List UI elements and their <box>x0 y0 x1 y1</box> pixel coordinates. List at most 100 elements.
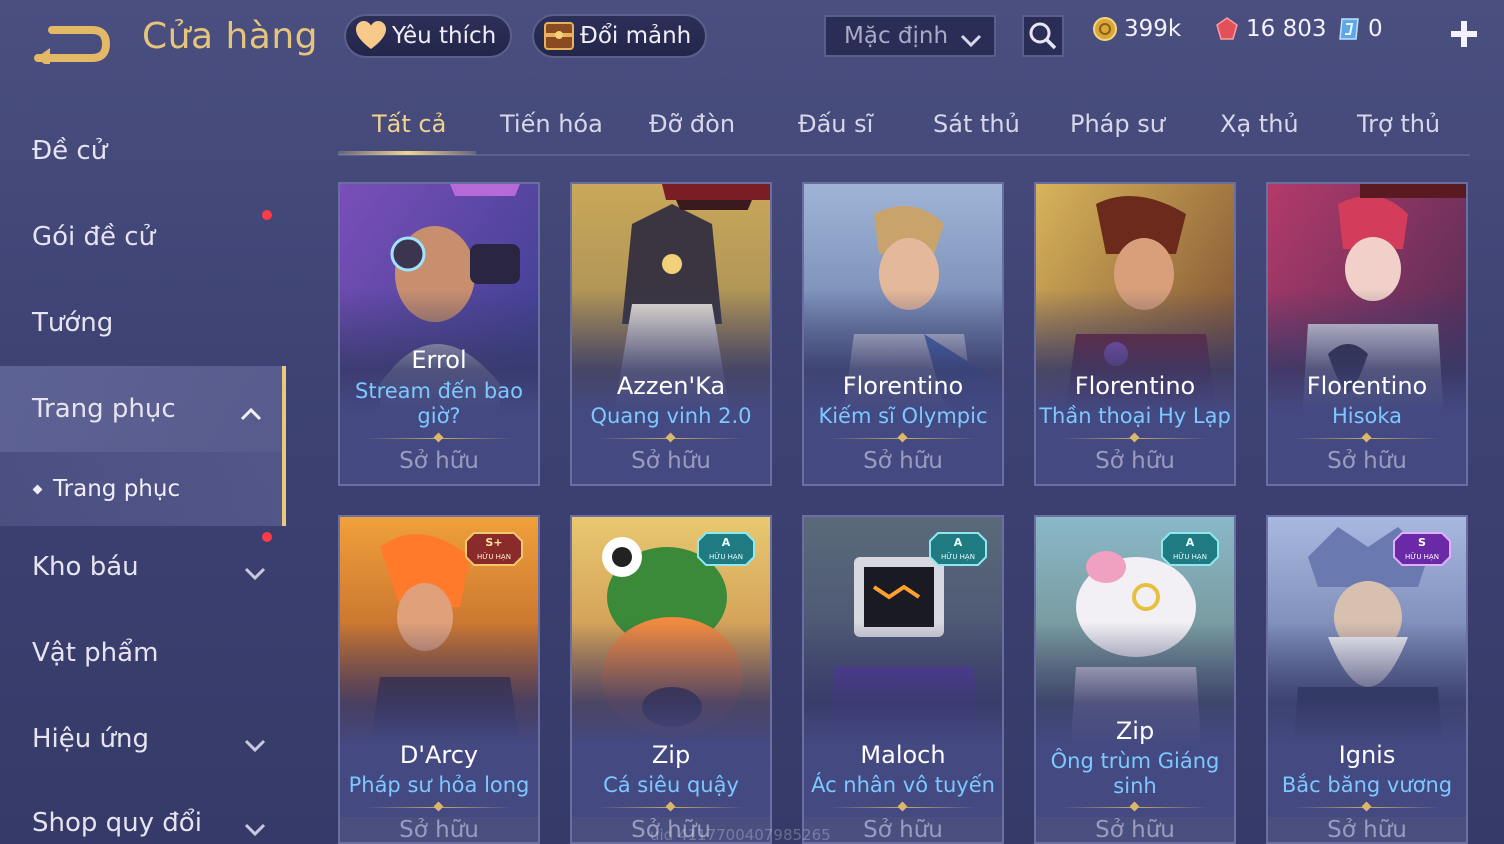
tab-tank[interactable]: Đỡ đòn <box>649 110 735 138</box>
tab-assassin[interactable]: Sát thủ <box>933 110 1020 138</box>
back-arrow-icon <box>34 26 111 68</box>
owned-status: Sở hữu <box>631 448 711 474</box>
skin-card[interactable]: Errol Stream đến bao giờ? Sở hữu <box>338 182 540 486</box>
active-tab-indicator <box>338 151 476 155</box>
add-currency-button[interactable] <box>1446 16 1482 52</box>
page-title: Cửa hàng <box>142 16 319 57</box>
divider <box>828 807 978 808</box>
gold-value: 399k <box>1124 16 1182 42</box>
skin-card[interactable]: S+ HỮU HẠN D'Arcy Pháp sư hỏa long Sở hữ… <box>338 515 540 844</box>
bullet-icon <box>32 484 43 494</box>
svg-text:HỮU HẠN: HỮU HẠN <box>477 552 511 561</box>
tab-mage[interactable]: Pháp sư <box>1070 110 1165 138</box>
sidebar-item-exchange-shop[interactable]: Shop quy đổi <box>0 780 286 844</box>
chevron-down-icon <box>960 28 982 54</box>
sidebar-item-effects[interactable]: Hiệu ứng <box>0 696 286 782</box>
skin-card[interactable]: A HỮU HẠN Maloch Ác nhân vô tuyến Sở hữu <box>802 515 1004 844</box>
hero-name: Maloch <box>860 741 946 769</box>
tab-evolution[interactable]: Tiến hóa <box>500 110 603 138</box>
gold-coin-icon <box>1092 16 1118 42</box>
divider <box>596 438 746 439</box>
divider <box>596 807 746 808</box>
svg-text:HỮU HẠN: HỮU HẠN <box>709 552 743 561</box>
skin-card[interactable]: Florentino Kiếm sĩ Olympic Sở hữu <box>802 182 1004 486</box>
skin-name: Quang vinh 2.0 <box>590 404 752 428</box>
limited-rank-badge: S+ HỮU HẠN <box>465 532 523 566</box>
owned-status: Sở hữu <box>399 448 479 474</box>
role-tabs: Tất cả Tiến hóa Đỡ đòn Đấu sĩ Sát thủ Ph… <box>338 100 1470 156</box>
hero-name: Zip <box>1115 717 1155 745</box>
tab-support[interactable]: Trợ thủ <box>1357 110 1440 138</box>
divider <box>1060 438 1210 439</box>
sidebar-subitem-skins[interactable]: Trang phục <box>0 452 286 526</box>
sidebar-item-recommended-packs[interactable]: Gói đề cử <box>0 194 286 280</box>
sidebar-item-skins[interactable]: Trang phục <box>0 366 286 452</box>
search-button[interactable] <box>1022 15 1064 57</box>
ruby-gem-icon <box>1214 16 1240 42</box>
voucher-value: 0 <box>1368 16 1383 42</box>
sidebar-item-label: Tướng <box>32 308 114 338</box>
tab-fighter[interactable]: Đấu sĩ <box>798 110 873 138</box>
sidebar-item-label: Vật phẩm <box>32 638 159 668</box>
hero-name: Zip <box>651 741 691 769</box>
skin-name-line2: giờ? <box>417 404 461 428</box>
skin-name-line2: sinh <box>1113 774 1157 798</box>
limited-rank-badge: A HỮU HẠN <box>1161 532 1219 566</box>
tab-all[interactable]: Tất cả <box>372 110 446 138</box>
divider <box>364 807 514 808</box>
sidebar-item-heroes[interactable]: Tướng <box>0 280 286 366</box>
hero-name: Errol <box>411 346 467 374</box>
exchange-shards-button[interactable]: Đổi mảnh <box>532 14 708 58</box>
hunter-ribbon <box>1360 184 1466 198</box>
owned-status: Sở hữu <box>1095 817 1175 843</box>
favorites-button[interactable]: Yêu thích <box>344 14 513 58</box>
skin-card[interactable]: Florentino Hisoka Sở hữu <box>1266 182 1468 486</box>
skin-name: Cá siêu quậy <box>603 773 739 797</box>
sidebar-item-treasure[interactable]: Kho báu <box>0 524 286 610</box>
ruby-value: 16 803 <box>1246 16 1327 42</box>
tab-marksman[interactable]: Xạ thủ <box>1220 110 1299 138</box>
special-ribbon <box>450 184 520 196</box>
svg-text:A: A <box>954 536 963 549</box>
notification-dot <box>262 210 272 220</box>
skin-card[interactable]: S HỮU HẠN Ignis Bắc băng vương Sở hữu <box>1266 515 1468 844</box>
divider <box>1060 807 1210 808</box>
sidebar-item-label: Shop quy đổi <box>32 808 202 838</box>
skin-name: Stream đến bao <box>355 379 523 403</box>
owned-status: Sở hữu <box>1327 817 1407 843</box>
sort-dropdown[interactable]: Mặc định <box>824 15 996 57</box>
favorites-label: Yêu thích <box>392 23 497 49</box>
skin-card[interactable]: A HỮU HẠN Zip Ông trùm Giáng sinh Sở hữu <box>1034 515 1236 844</box>
ruby-balance: 16 803 <box>1214 16 1326 42</box>
sidebar-item-label: Gói đề cử <box>32 222 156 252</box>
chevron-down-icon <box>244 730 266 760</box>
svg-text:HỮU HẠN: HỮU HẠN <box>1173 552 1207 561</box>
notification-dot <box>262 532 272 542</box>
skin-name: Bắc băng vương <box>1281 773 1453 797</box>
skin-card[interactable]: A HỮU HẠN Zip Cá siêu quậy Sở hữu <box>570 515 772 844</box>
skin-card[interactable]: Florentino Thần thoại Hy Lạp Sở hữu <box>1034 182 1236 486</box>
svg-text:A: A <box>722 536 731 549</box>
owned-status: Sở hữu <box>863 448 943 474</box>
skin-name: Ác nhân vô tuyến <box>811 773 995 797</box>
sidebar-item-items[interactable]: Vật phẩm <box>0 610 286 696</box>
hero-name: Florentino <box>1306 372 1428 400</box>
divider <box>364 438 514 439</box>
chevron-down-icon <box>244 814 266 844</box>
exchange-shards-label: Đổi mảnh <box>580 23 692 49</box>
treasure-chest-icon <box>542 19 576 53</box>
divider <box>1292 807 1442 808</box>
skin-card[interactable]: Azzen'Ka Quang vinh 2.0 Sở hữu <box>570 182 772 486</box>
svg-text:HỮU HẠN: HỮU HẠN <box>1405 552 1439 561</box>
back-button[interactable] <box>30 18 112 68</box>
heart-icon <box>354 19 388 53</box>
chevron-up-icon <box>240 398 262 428</box>
limited-rank-badge: A HỮU HẠN <box>697 532 755 566</box>
premium-2023-ribbon <box>662 184 770 210</box>
divider <box>828 438 978 439</box>
voucher-balance: 0 <box>1336 16 1383 42</box>
divider <box>1292 438 1442 439</box>
top-bar: Cửa hàng Yêu thích Đổi mảnh Mặc định 399… <box>0 0 1504 80</box>
sidebar-item-label: Đề cử <box>32 136 108 166</box>
sidebar-item-recommended[interactable]: Đề cử <box>0 108 286 194</box>
